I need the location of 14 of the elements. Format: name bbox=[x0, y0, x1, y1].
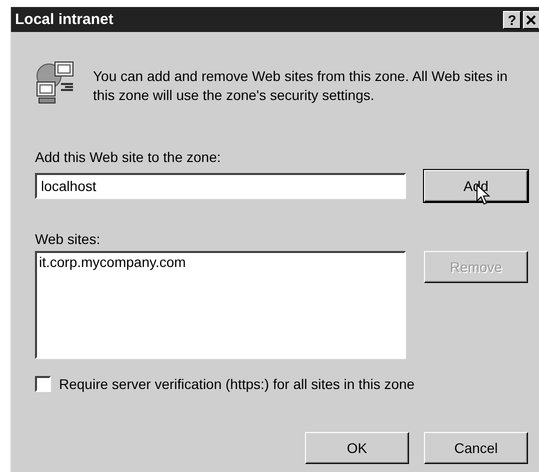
cancel-button[interactable]: Cancel bbox=[424, 432, 528, 464]
web-sites-list[interactable]: it.corp.mycompany.com bbox=[35, 251, 406, 359]
close-button[interactable] bbox=[523, 10, 539, 28]
help-button[interactable]: ? bbox=[503, 10, 521, 28]
add-site-label: Add this Web site to the zone: bbox=[35, 149, 222, 165]
web-sites-label: Web sites: bbox=[35, 231, 102, 247]
checkbox[interactable] bbox=[35, 376, 51, 392]
window-title: Local intranet bbox=[15, 11, 114, 28]
ok-button[interactable]: OK bbox=[305, 432, 409, 464]
close-icon bbox=[526, 14, 536, 24]
site-list-item[interactable]: it.corp.mycompany.com bbox=[39, 254, 186, 270]
site-input-field[interactable]: localhost bbox=[35, 173, 406, 199]
checkbox-label: Require server verification (https:) for all sites in this zone bbox=[59, 376, 415, 392]
zone-description: You can add and remove Web sites from this zone. All Web sites in this zone will use the zone's security settings. bbox=[93, 67, 509, 105]
